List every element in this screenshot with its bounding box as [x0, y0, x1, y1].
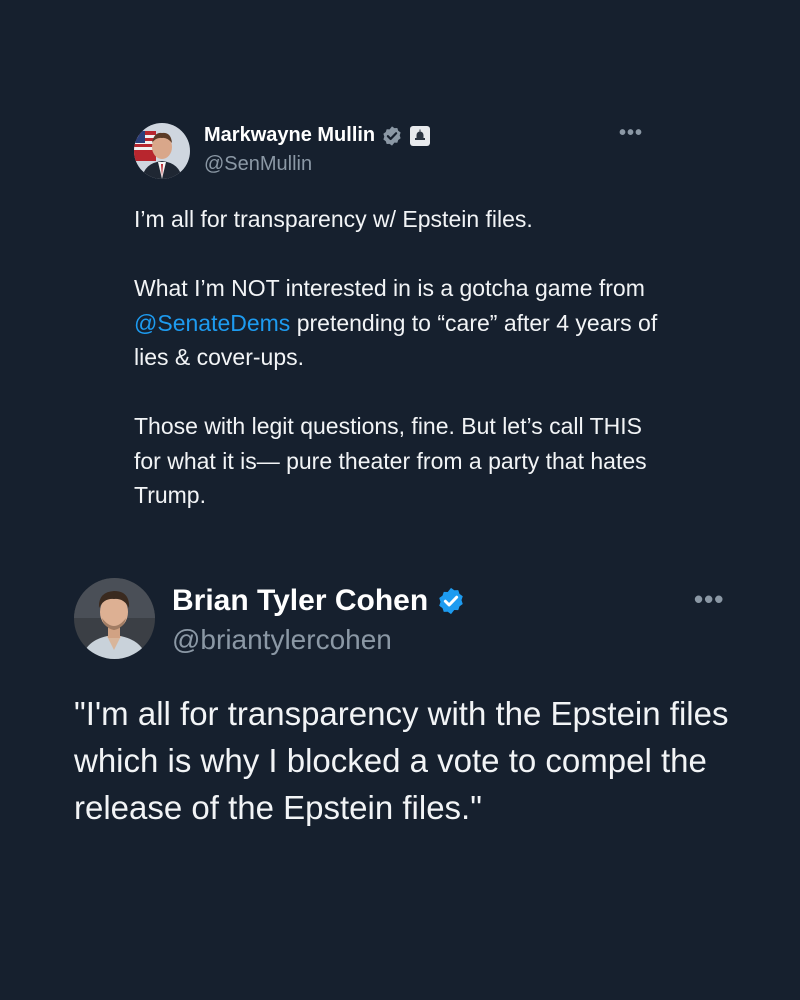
verified-badge-icon — [436, 586, 466, 616]
tweet-paragraph: Those with legit questions, fine. But le… — [134, 413, 647, 508]
author-name[interactable]: Markwayne Mullin — [204, 124, 375, 147]
tweet-text: "I'm all for transparency with the Epste… — [74, 695, 729, 826]
person-avatar-icon — [74, 578, 155, 659]
tweet-paragraph: I’m all for transparency w/ Epstein file… — [134, 206, 533, 232]
verified-badge-icon — [381, 125, 403, 147]
avatar[interactable] — [134, 123, 190, 179]
senator-avatar-icon — [134, 123, 190, 179]
author-handle[interactable]: @briantylercohen — [172, 624, 466, 656]
tweet-text-segment: What I’m NOT interested in is a gotcha g… — [134, 275, 645, 301]
author-handle[interactable]: @SenMullin — [204, 153, 431, 176]
avatar[interactable] — [74, 578, 155, 659]
more-options-icon[interactable]: ••• — [619, 122, 643, 145]
tweet-paragraph: What I’m NOT interested in is a gotcha g… — [134, 271, 674, 375]
mention-link[interactable]: @SenateDems — [134, 310, 290, 336]
tweet-text: I’m all for transparency w/ Epstein file… — [134, 202, 674, 547]
author-name[interactable]: Brian Tyler Cohen — [172, 584, 428, 618]
government-building-icon — [409, 125, 431, 147]
more-options-icon[interactable]: ••• — [694, 584, 724, 615]
